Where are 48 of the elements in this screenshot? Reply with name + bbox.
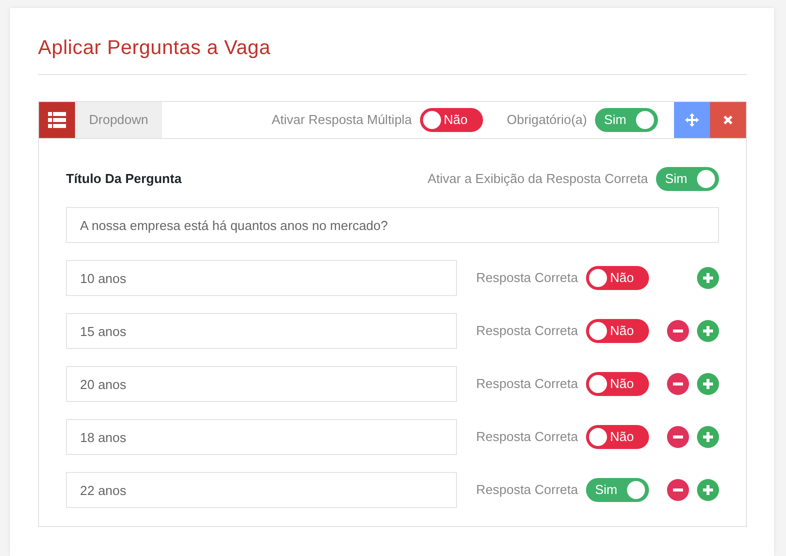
toggle-label: Obrigatório(a) [506,111,587,130]
plus-icon [703,273,713,283]
toggle-switch[interactable]: Não [586,425,649,449]
list-icon [39,102,75,138]
toggle-switch[interactable]: Não [586,319,649,343]
minus-icon [673,488,683,492]
move-icon [685,113,699,127]
toggle-label: Resposta Correta [476,375,578,394]
minus-icon [673,435,683,439]
toggle-label: Resposta Correta [476,481,578,500]
question-title-label: Título Da Pergunta [66,170,182,188]
answer-field[interactable]: 18 anos [66,419,457,455]
add-button[interactable] [697,267,719,289]
answer-field[interactable]: 20 anos [66,366,457,402]
add-button[interactable] [697,426,719,448]
answer-field[interactable]: 10 anos [66,260,457,296]
minus-icon [673,329,683,333]
toggle-label: Resposta Correta [476,428,578,446]
toggle-switch[interactable]: Sim [595,108,658,132]
toggle-label: Resposta Correta [476,322,578,340]
page-title: Aplicar Perguntas a Vaga [38,36,747,75]
remove-button[interactable] [667,479,689,501]
remove-button[interactable] [667,320,689,342]
add-button[interactable] [697,320,719,342]
toggle-label: Resposta Correta [476,269,578,288]
minus-icon [673,382,683,386]
plus-icon [703,379,713,389]
close-button[interactable] [710,102,746,138]
remove-button[interactable] [667,373,689,395]
toggle-switch[interactable]: Sim [586,478,649,502]
add-button[interactable] [697,373,719,395]
answer-field[interactable]: 22 anos [66,472,457,508]
remove-button[interactable] [667,426,689,448]
toggle-switch[interactable]: Não [586,266,649,290]
toggle-switch[interactable]: Sim [656,167,719,191]
toggle-label: Ativar Resposta Múltipla [272,111,412,130]
toggle-switch[interactable]: Não [420,108,483,132]
add-button[interactable] [697,479,719,501]
plus-icon [703,432,713,442]
answer-field[interactable]: 15 anos [66,313,457,349]
plus-icon [703,326,713,336]
toggle-label: Ativar a Exibição da Resposta Correta [428,170,648,188]
question-type-label: Dropdown [75,102,162,138]
close-icon [723,115,733,125]
toggle-switch[interactable]: Não [586,372,649,396]
plus-icon [703,485,713,495]
move-button[interactable] [674,102,710,138]
question-title-field[interactable]: A nossa empresa está há quantos anos no mercado? [66,207,719,243]
